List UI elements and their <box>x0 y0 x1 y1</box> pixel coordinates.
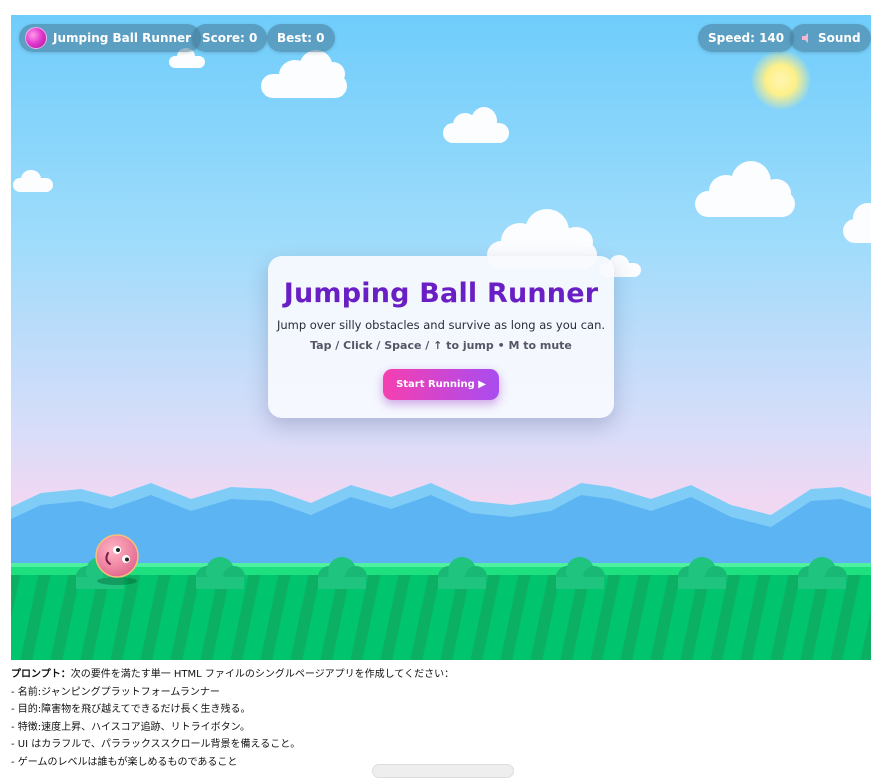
prompt-line: - UI はカラフルで、パララックススクロール背景を備えること。 <box>11 739 301 750</box>
game-title: Jumping Ball Runner <box>53 31 192 45</box>
sun <box>751 50 811 110</box>
bush <box>798 557 847 589</box>
bush <box>556 557 605 589</box>
cloud <box>13 170 53 192</box>
game-title-badge: Jumping Ball Runner <box>19 24 202 52</box>
cloud <box>843 203 871 247</box>
player-ball <box>95 534 139 585</box>
prompt-intro: 次の要件を満たす単一 HTML ファイルのシングルページアプリを作成してください… <box>70 669 455 680</box>
score-value: Score: 0 <box>202 31 258 45</box>
best-badge: Best: 0 <box>267 24 335 52</box>
speed-badge: Speed: 140 <box>698 24 795 52</box>
prompt-line: - 目的:障害物を飛び越えてできるだけ長く生き残る。 <box>11 704 251 715</box>
speaker-icon <box>802 33 808 43</box>
score-badge: Score: 0 <box>192 24 268 52</box>
start-running-button[interactable]: Start Running ▶ <box>383 369 499 400</box>
prompt-intro-line: プロンプト：次の要件を満たす単一 HTML ファイルのシングルページアプリを作成… <box>11 666 871 684</box>
bush <box>678 557 727 589</box>
prompt-line: - 名前:ジャンピングプラットフォームランナー <box>11 686 220 698</box>
best-value: Best: 0 <box>277 31 325 45</box>
bush <box>438 557 487 589</box>
bush <box>196 557 245 589</box>
ball-logo-icon <box>25 27 47 49</box>
panel-title: Jumping Ball Runner <box>283 278 599 309</box>
panel-subtitle: Jump over silly obstacles and survive as… <box>276 318 606 332</box>
prompt-text: プロンプト：次の要件を満たす単一 HTML ファイルのシングルページアプリを作成… <box>11 666 871 771</box>
start-panel: Jumping Ball Runner Jump over silly obst… <box>268 256 614 418</box>
sound-label: Sound <box>818 31 861 45</box>
controls-hint: Tap / Click / Space / ↑ to jump • M to m… <box>310 339 572 352</box>
speed-value: Speed: 140 <box>708 31 785 45</box>
cloud <box>443 107 509 143</box>
cloud <box>695 161 795 217</box>
prompt-line: - 特徴:速度上昇、ハイスコア追跡、リトライボタン。 <box>11 721 251 733</box>
cloud <box>261 50 347 98</box>
partial-button[interactable] <box>372 764 514 778</box>
sound-toggle-button[interactable]: Sound <box>790 24 871 52</box>
start-button-label: Start Running ▶ <box>396 379 486 390</box>
game-canvas[interactable]: Jumping Ball Runner Score: 0 Best: 0 Spe… <box>11 15 871 660</box>
bush <box>318 557 367 589</box>
prompt-label: プロンプト： <box>11 669 71 680</box>
